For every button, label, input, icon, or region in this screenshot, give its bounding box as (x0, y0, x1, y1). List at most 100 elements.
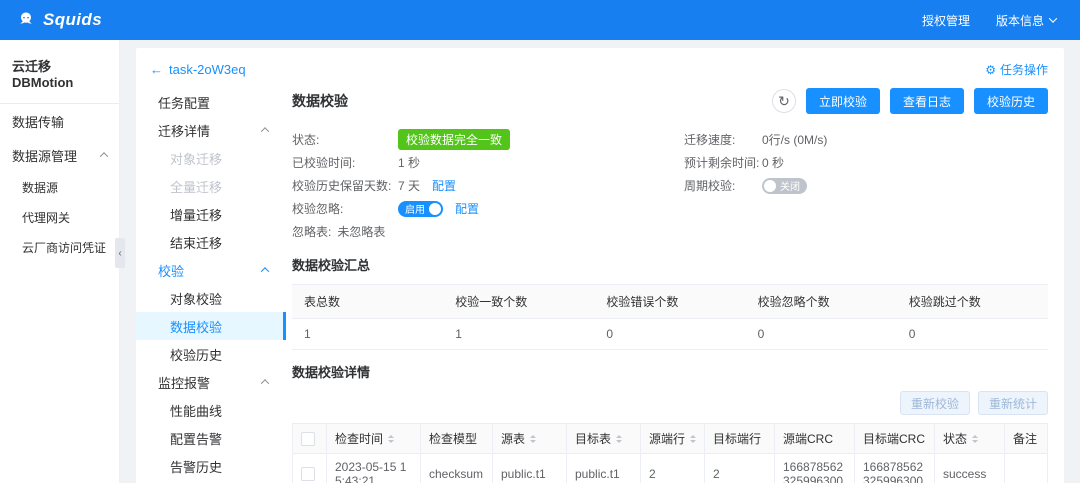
sidebar-title: 云迁移 DBMotion (0, 40, 119, 104)
ignore-table-label: 忽略表: (292, 225, 332, 239)
submenu-group-monitoring-alerts[interactable]: 监控报警 (136, 368, 286, 396)
submenu-item-incremental-migration[interactable]: 增量迁移 (136, 200, 286, 228)
submenu-item-object-migration: 对象迁移 (170, 151, 223, 167)
chevron-up-icon (99, 152, 109, 161)
summary-total-tables: 1 (292, 318, 444, 350)
main-area: ← task-2oW3eq ⚙ 任务操作 任务配置 迁移详情 对象迁移 全量迁移… (120, 40, 1080, 483)
summary-skipped: 0 (896, 318, 1048, 350)
recount-button[interactable]: 重新统计 (977, 391, 1048, 415)
details-header-source-table[interactable]: 源表 (492, 423, 567, 454)
submenu-item-task-config[interactable]: 任务配置 (136, 88, 286, 116)
sort-icons[interactable] (388, 432, 395, 446)
task-operations-link[interactable]: ⚙ 任务操作 (985, 61, 1048, 78)
cell-target-crc: 166878562325996300 (854, 453, 935, 483)
summary-section-title: 数据校验汇总 (292, 258, 371, 273)
version-info-link[interactable]: 版本信息 (996, 12, 1058, 29)
cell-target-rows: 2 (704, 453, 775, 483)
recheck-button[interactable]: 重新校验 (899, 391, 970, 415)
sidebar: 云迁移 DBMotion 数据传输 数据源管理 数据源 代理网关 云厂商访问凭证… (0, 40, 125, 483)
chevron-down-icon (1048, 14, 1058, 23)
summary-table: 表总数 校验一致个数 校验错误个数 校验忽略个数 校验跳过个数 1 1 0 0 … (292, 284, 1048, 350)
ignore-config-link[interactable]: 配置 (455, 200, 479, 217)
summary-errors: 0 (594, 318, 746, 350)
task-name: task-2oW3eq (169, 62, 246, 77)
sort-icons[interactable] (972, 432, 979, 446)
sidebar-item-datasource-management[interactable]: 数据源管理 (0, 138, 119, 172)
details-header-target-rows: 目标端行 (704, 423, 775, 454)
details-header-target-crc: 目标端CRC (854, 423, 935, 454)
details-header-target-table[interactable]: 目标表 (566, 423, 641, 454)
periodic-verify-label: 周期校验: (684, 179, 736, 193)
submenu-item-full-migration: 全量迁移 (170, 179, 223, 195)
sidebar-item-cloud-credentials[interactable]: 云厂商访问凭证 (0, 232, 119, 262)
summary-ignored: 0 (745, 318, 897, 350)
row-checkbox[interactable] (301, 467, 315, 482)
submenu-item-data-verification[interactable]: 数据校验 (136, 312, 286, 340)
cell-remark (1004, 453, 1048, 483)
refresh-button[interactable]: ↻ (771, 89, 796, 113)
brand-name: Squids (43, 10, 103, 29)
cell-check-model: checksum (420, 453, 493, 483)
summary-header-skipped: 校验跳过个数 (896, 284, 1048, 319)
sort-icons[interactable] (690, 432, 696, 446)
sidebar-item-data-transfer[interactable]: 数据传输 (0, 104, 119, 138)
view-logs-button[interactable]: 查看日志 (889, 88, 964, 114)
details-header-status[interactable]: 状态 (934, 423, 1005, 454)
details-header-check-model: 检查模型 (420, 423, 493, 454)
submenu-item-end-migration[interactable]: 结束迁移 (136, 228, 286, 256)
summary-header-ignored: 校验忽略个数 (745, 284, 897, 319)
cell-source-crc: 166878562325996300 (774, 453, 855, 483)
summary-header-errors: 校验错误个数 (594, 284, 746, 319)
auth-management-link[interactable]: 授权管理 (922, 12, 970, 29)
summary-consistent: 1 (443, 318, 595, 350)
submenu-item-alert-history[interactable]: 告警历史 (136, 452, 286, 480)
submenu-group-migration-details[interactable]: 迁移详情 (136, 116, 286, 144)
migration-speed-label: 迁移速度: (684, 133, 736, 147)
cell-source-table: public.t1 (492, 453, 567, 483)
ignore-toggle[interactable]: 启用 (398, 200, 443, 217)
ignore-label: 校验忽略: (292, 202, 344, 216)
select-all-checkbox[interactable] (301, 431, 315, 446)
collapse-icon: ‹ (118, 247, 122, 259)
page-title: 数据校验 (292, 93, 348, 109)
submenu-item-verification-history[interactable]: 校验历史 (136, 340, 286, 368)
remaining-time-label: 预计剩余时间: (684, 156, 760, 170)
submenu-item-alert-config[interactable]: 配置告警 (136, 424, 286, 452)
details-data-row: 2023-05-15 15:43:21 checksum public.t1 p… (292, 453, 1048, 483)
verify-now-button[interactable]: 立即校验 (805, 88, 880, 114)
sort-icons[interactable] (616, 432, 623, 446)
submenu-item-object-verification[interactable]: 对象校验 (136, 284, 286, 312)
summary-header-total-tables: 表总数 (292, 284, 444, 319)
submenu-item-performance-curve[interactable]: 性能曲线 (136, 396, 286, 424)
summary-header-row: 表总数 校验一致个数 校验错误个数 校验忽略个数 校验跳过个数 (292, 284, 1048, 319)
sidebar-item-proxy-gateway[interactable]: 代理网关 (0, 202, 119, 232)
submenu-group-verification[interactable]: 校验 (136, 256, 286, 284)
retention-label: 校验历史保留天数: (292, 179, 392, 193)
sidebar-collapse-handle[interactable]: ‹ (115, 238, 125, 268)
retention-config-link[interactable]: 配置 (432, 177, 456, 194)
status-badge: 校验数据完全一致 (398, 129, 511, 150)
details-section-title: 数据校验详情 (292, 365, 371, 380)
cell-target-table: public.t1 (566, 453, 641, 483)
cell-status: success (934, 453, 1005, 483)
refresh-icon: ↻ (778, 92, 790, 109)
back-arrow-icon: ← (150, 62, 163, 77)
verified-time-label: 已校验时间: (292, 156, 356, 170)
data-verification-panel: 数据校验 ↻ 立即校验 查看日志 校验历史 状态: 校验数据完全一致 已校验时间… (286, 86, 1064, 483)
task-card: ← task-2oW3eq ⚙ 任务操作 任务配置 迁移详情 对象迁移 全量迁移… (136, 48, 1064, 483)
migration-speed-value: 0行/s (0M/s) (762, 133, 828, 147)
sort-icons[interactable] (530, 432, 537, 446)
topbar: Squids 授权管理 版本信息 (0, 0, 1080, 40)
verified-time-value: 1 秒 (398, 156, 421, 170)
task-submenu: 任务配置 迁移详情 对象迁移 全量迁移 增量迁移 结束迁移 校验 对象校验 数据… (136, 86, 286, 483)
details-header-source-rows[interactable]: 源端行 (640, 423, 705, 454)
chevron-up-icon (260, 379, 270, 388)
details-header-remark: 备注 (1004, 423, 1048, 454)
squids-logo-icon (16, 10, 36, 30)
verify-history-button[interactable]: 校验历史 (973, 88, 1048, 114)
back-to-task-link[interactable]: ← task-2oW3eq (150, 62, 246, 77)
sidebar-item-datasource[interactable]: 数据源 (0, 172, 119, 202)
details-header-check-time[interactable]: 检查时间 (326, 423, 421, 454)
periodic-verify-toggle[interactable]: 关闭 (762, 177, 807, 194)
details-header-source-crc: 源端CRC (774, 423, 855, 454)
